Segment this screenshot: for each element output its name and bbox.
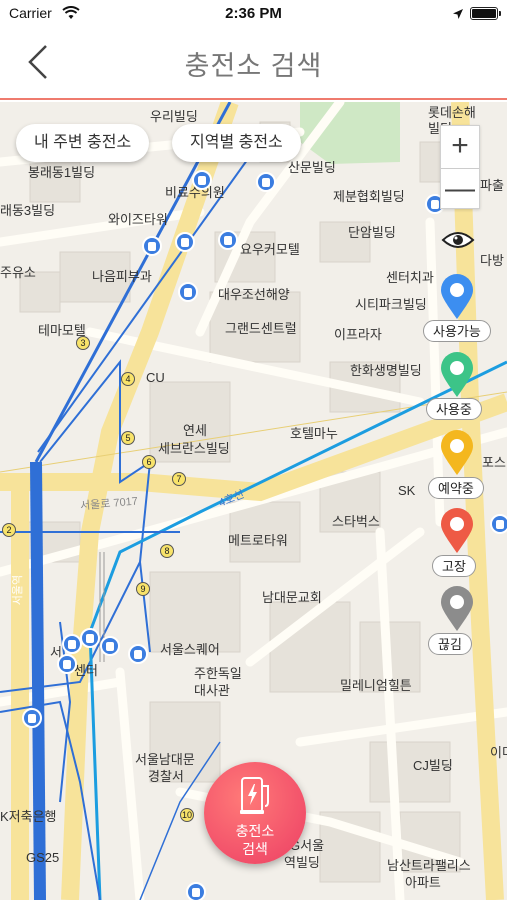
bus-stop-icon[interactable] [128,644,148,664]
bus-stop-icon[interactable] [178,282,198,302]
map-label-center-dental: 센터치과 [386,270,434,285]
fab-label-line1: 충전소 [235,823,275,839]
map-label-hanwha-life: 한화생명빌딩 [350,363,422,378]
bus-stop-icon[interactable] [490,514,507,534]
map-label-center: 센터 [74,663,98,678]
subway-exit-3: 3 [76,336,90,350]
status-label-broken[interactable]: 고장 [432,555,476,577]
map-label-danam-building: 단암빌딩 [348,225,396,240]
map-label-grand-central: 그랜드센트럴 [225,321,297,336]
bus-stop-icon[interactable] [218,230,238,250]
status-pin-disconnected-icon [439,586,475,632]
status-pin-available-icon [439,274,475,320]
subway-exit-6: 6 [142,455,156,469]
map-label-sk: SK [398,483,416,498]
map-label-starbucks: 스타벅스 [332,514,380,529]
map-label-ider: 이더 [490,745,507,760]
status-label-disconnected[interactable]: 끊김 [428,633,472,655]
map-label-flour-association: 제분협회빌딩 [333,189,405,204]
map-label-namsan-trapalace-2: 아파트 [405,875,441,890]
charger-icon [240,777,269,814]
location-arrow-icon [452,7,464,25]
battery-icon [470,7,501,20]
zoom-control: + — [440,125,480,209]
map-label-gas-station: 주유소 [0,265,36,280]
status-pin-reserved-icon [439,430,475,476]
map-label-wise-tower: 와이즈타워 [108,212,168,227]
map-label-severance-building: 세브란스빌딩 [158,441,230,456]
bus-stop-icon[interactable] [175,232,195,252]
subway-exit-9: 9 [136,582,150,596]
status-label-available[interactable]: 사용가능 [423,320,491,342]
map-label-iplaza: 이프라자 [334,327,382,342]
map-label-bongrae3: 래동3빌딩 [0,203,56,218]
subway-exit-10: 10 [180,808,194,822]
map-label-hotel-manu: 호텔마누 [290,426,338,441]
map-label-yonsei: 연세 [183,423,207,438]
eye-icon [441,232,475,248]
map-label-posco: 포스 [482,455,506,470]
visibility-toggle[interactable] [441,228,475,252]
bus-stop-icon[interactable] [62,634,82,654]
map-label-police-box: 파출 [480,178,504,193]
bus-stop-icon[interactable] [256,172,276,192]
clock: 2:36 PM [225,5,282,22]
subway-exit-8: 8 [160,544,174,558]
status-bar: Carrier 2:36 PM [0,0,507,28]
fab-label-line2: 검색 [242,841,268,857]
map-label-dabang: 다방 [480,253,504,268]
regional-stations-button[interactable]: 지역별 충전소 [172,124,301,162]
status-pin-broken-icon [439,508,475,554]
map-label-city-park: 시티파크빌딩 [355,297,427,312]
station-search-fab[interactable]: 충전소 검색 [204,762,306,864]
map-label-metro-tower: 메트로타워 [228,533,288,548]
map-label-bongrae1: 봉래동1빌딩 [28,165,96,180]
status-label-in-use[interactable]: 사용중 [426,398,482,420]
bus-stop-icon[interactable] [142,236,162,256]
map-label-namdaemun-police-2: 경찰서 [148,769,184,784]
navigation-bar: 충전소 검색 [0,28,507,100]
page-title: 충전소 검색 [184,51,323,81]
map-label-namdaemun-church: 남대문교회 [262,590,322,605]
bus-stop-icon[interactable] [80,628,100,648]
zoom-in-button[interactable]: + [441,126,479,168]
map-label-youker-motel: 요우커모텔 [240,242,300,257]
map-label-seoul-station: 서울역 [12,574,25,606]
map-label-cj-building: CJ빌딩 [413,758,453,773]
bus-stop-icon[interactable] [22,708,42,728]
status-label-reserved[interactable]: 예약중 [428,477,484,499]
nearby-stations-button[interactable]: 내 주변 충전소 [16,124,150,162]
bus-stop-icon[interactable] [192,170,212,190]
map-label-cu: CU [146,370,165,385]
map-label-savings-bank: K저축은행 [0,809,57,824]
subway-exit-5: 5 [121,431,135,445]
map-label-woori-building: 우리빌딩 [150,109,198,124]
bus-stop-icon[interactable] [57,654,77,674]
fab-label: 충전소 검색 [204,822,306,858]
bus-stop-icon[interactable] [100,636,120,656]
status-pin-in-use-icon [439,352,475,398]
subway-exit-4: 4 [121,372,135,386]
map-label-seoul-square: 서울스퀘어 [160,642,220,657]
map-label-sanmun-building: 산문빌딩 [288,160,336,175]
subway-exit-7: 7 [172,472,186,486]
subway-exit-2: 2 [2,523,16,537]
bus-stop-icon[interactable] [186,882,206,900]
zoom-out-button[interactable]: — [441,168,479,210]
map-label-naeum-clinic: 나음피부과 [92,269,152,284]
map-label-german-embassy-2: 대사관 [194,683,230,698]
map-label-daewoo-shipbuilding: 대우조선해양 [218,287,290,302]
map-label-millennium-hilton: 밀레니엄힐튼 [340,678,412,693]
map-label-gs25: GS25 [26,850,60,865]
